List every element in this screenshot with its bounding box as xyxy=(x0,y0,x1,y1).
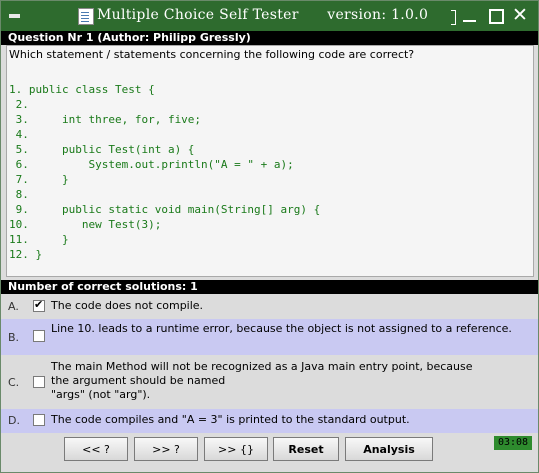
answer-b-text: Line 10. leads to a runtime error, becau… xyxy=(51,322,512,335)
code-line: 2. xyxy=(9,98,29,111)
answer-c-line: the argument should be named xyxy=(51,374,226,387)
answer-a-checkbox[interactable] xyxy=(33,298,45,312)
answer-d[interactable]: D. The code compiles and "A = 3" is prin… xyxy=(1,409,538,433)
code-line: 3. int three, for, five; xyxy=(9,113,202,126)
question-header: Question Nr 1 (Author: Philipp Gressly) xyxy=(1,31,538,45)
analysis-button[interactable]: Analysis xyxy=(345,437,433,461)
answer-b[interactable]: B. Line 10. leads to a runtime error, be… xyxy=(1,319,538,355)
timer-display: 03:08 xyxy=(494,436,532,450)
answer-b-checkbox[interactable] xyxy=(33,330,45,342)
answer-c-line: "args" (not "arg"). xyxy=(51,388,151,401)
code-line: 5. public Test(int a) { xyxy=(9,143,195,156)
answer-c-text: The main Method will not be recognized a… xyxy=(51,360,530,402)
code-line: 11. } xyxy=(9,233,69,246)
bottom-toolbar: << ? >> ? >> {} Reset Analysis xyxy=(1,433,538,472)
question-intro: Which statement / statements concerning … xyxy=(9,48,415,61)
code-line: 4. xyxy=(9,128,29,141)
next-question-button[interactable]: >> ? xyxy=(134,437,198,461)
next-unanswered-button[interactable]: >> {} xyxy=(204,437,268,461)
maximize-icon[interactable] xyxy=(488,8,504,24)
answer-letter: D. xyxy=(8,414,20,427)
titlebar-divider xyxy=(451,10,456,25)
code-line: 12. } xyxy=(9,248,43,261)
code-line: 1. public class Test { xyxy=(9,83,155,96)
question-text-area[interactable]: Which statement / statements concerning … xyxy=(6,45,534,277)
answer-d-checkbox[interactable] xyxy=(33,414,45,426)
window-title: Multiple Choice Self Tester version: 1.0… xyxy=(97,7,429,23)
code-line: 8. xyxy=(9,188,29,201)
answer-letter: C. xyxy=(8,376,20,389)
code-listing: 1. public class Test { 2. 3. int three, … xyxy=(9,82,320,262)
document-icon xyxy=(78,8,94,25)
previous-question-button[interactable]: << ? xyxy=(64,437,128,461)
answer-c-checkbox[interactable] xyxy=(33,376,45,388)
answer-c-line: The main Method will not be recognized a… xyxy=(51,360,473,373)
answer-c[interactable]: C. The main Method will not be recognize… xyxy=(1,355,538,409)
solutions-header: Number of correct solutions: 1 xyxy=(1,280,538,294)
answer-letter: B. xyxy=(8,331,20,344)
answer-letter: A. xyxy=(8,300,19,313)
answer-a-text: The code does not compile. xyxy=(51,299,204,312)
answer-a[interactable]: A. The code does not compile. xyxy=(1,294,538,319)
close-icon[interactable]: ✕ xyxy=(512,6,528,25)
code-line: 7. } xyxy=(9,173,69,186)
code-line: 6. System.out.println("A = " + a); xyxy=(9,158,294,171)
reset-button[interactable]: Reset xyxy=(273,437,339,461)
code-line: 9. public static void main(String[] arg)… xyxy=(9,203,321,216)
minimize-icon[interactable] xyxy=(462,8,478,24)
answer-d-text: The code compiles and "A = 3" is printed… xyxy=(51,413,410,426)
code-line: 10. new Test(3); xyxy=(9,218,162,231)
window-menu-icon[interactable] xyxy=(9,14,20,18)
main-window: Multiple Choice Self Tester version: 1.0… xyxy=(0,0,539,473)
title-bar[interactable]: Multiple Choice Self Tester version: 1.0… xyxy=(1,1,538,31)
